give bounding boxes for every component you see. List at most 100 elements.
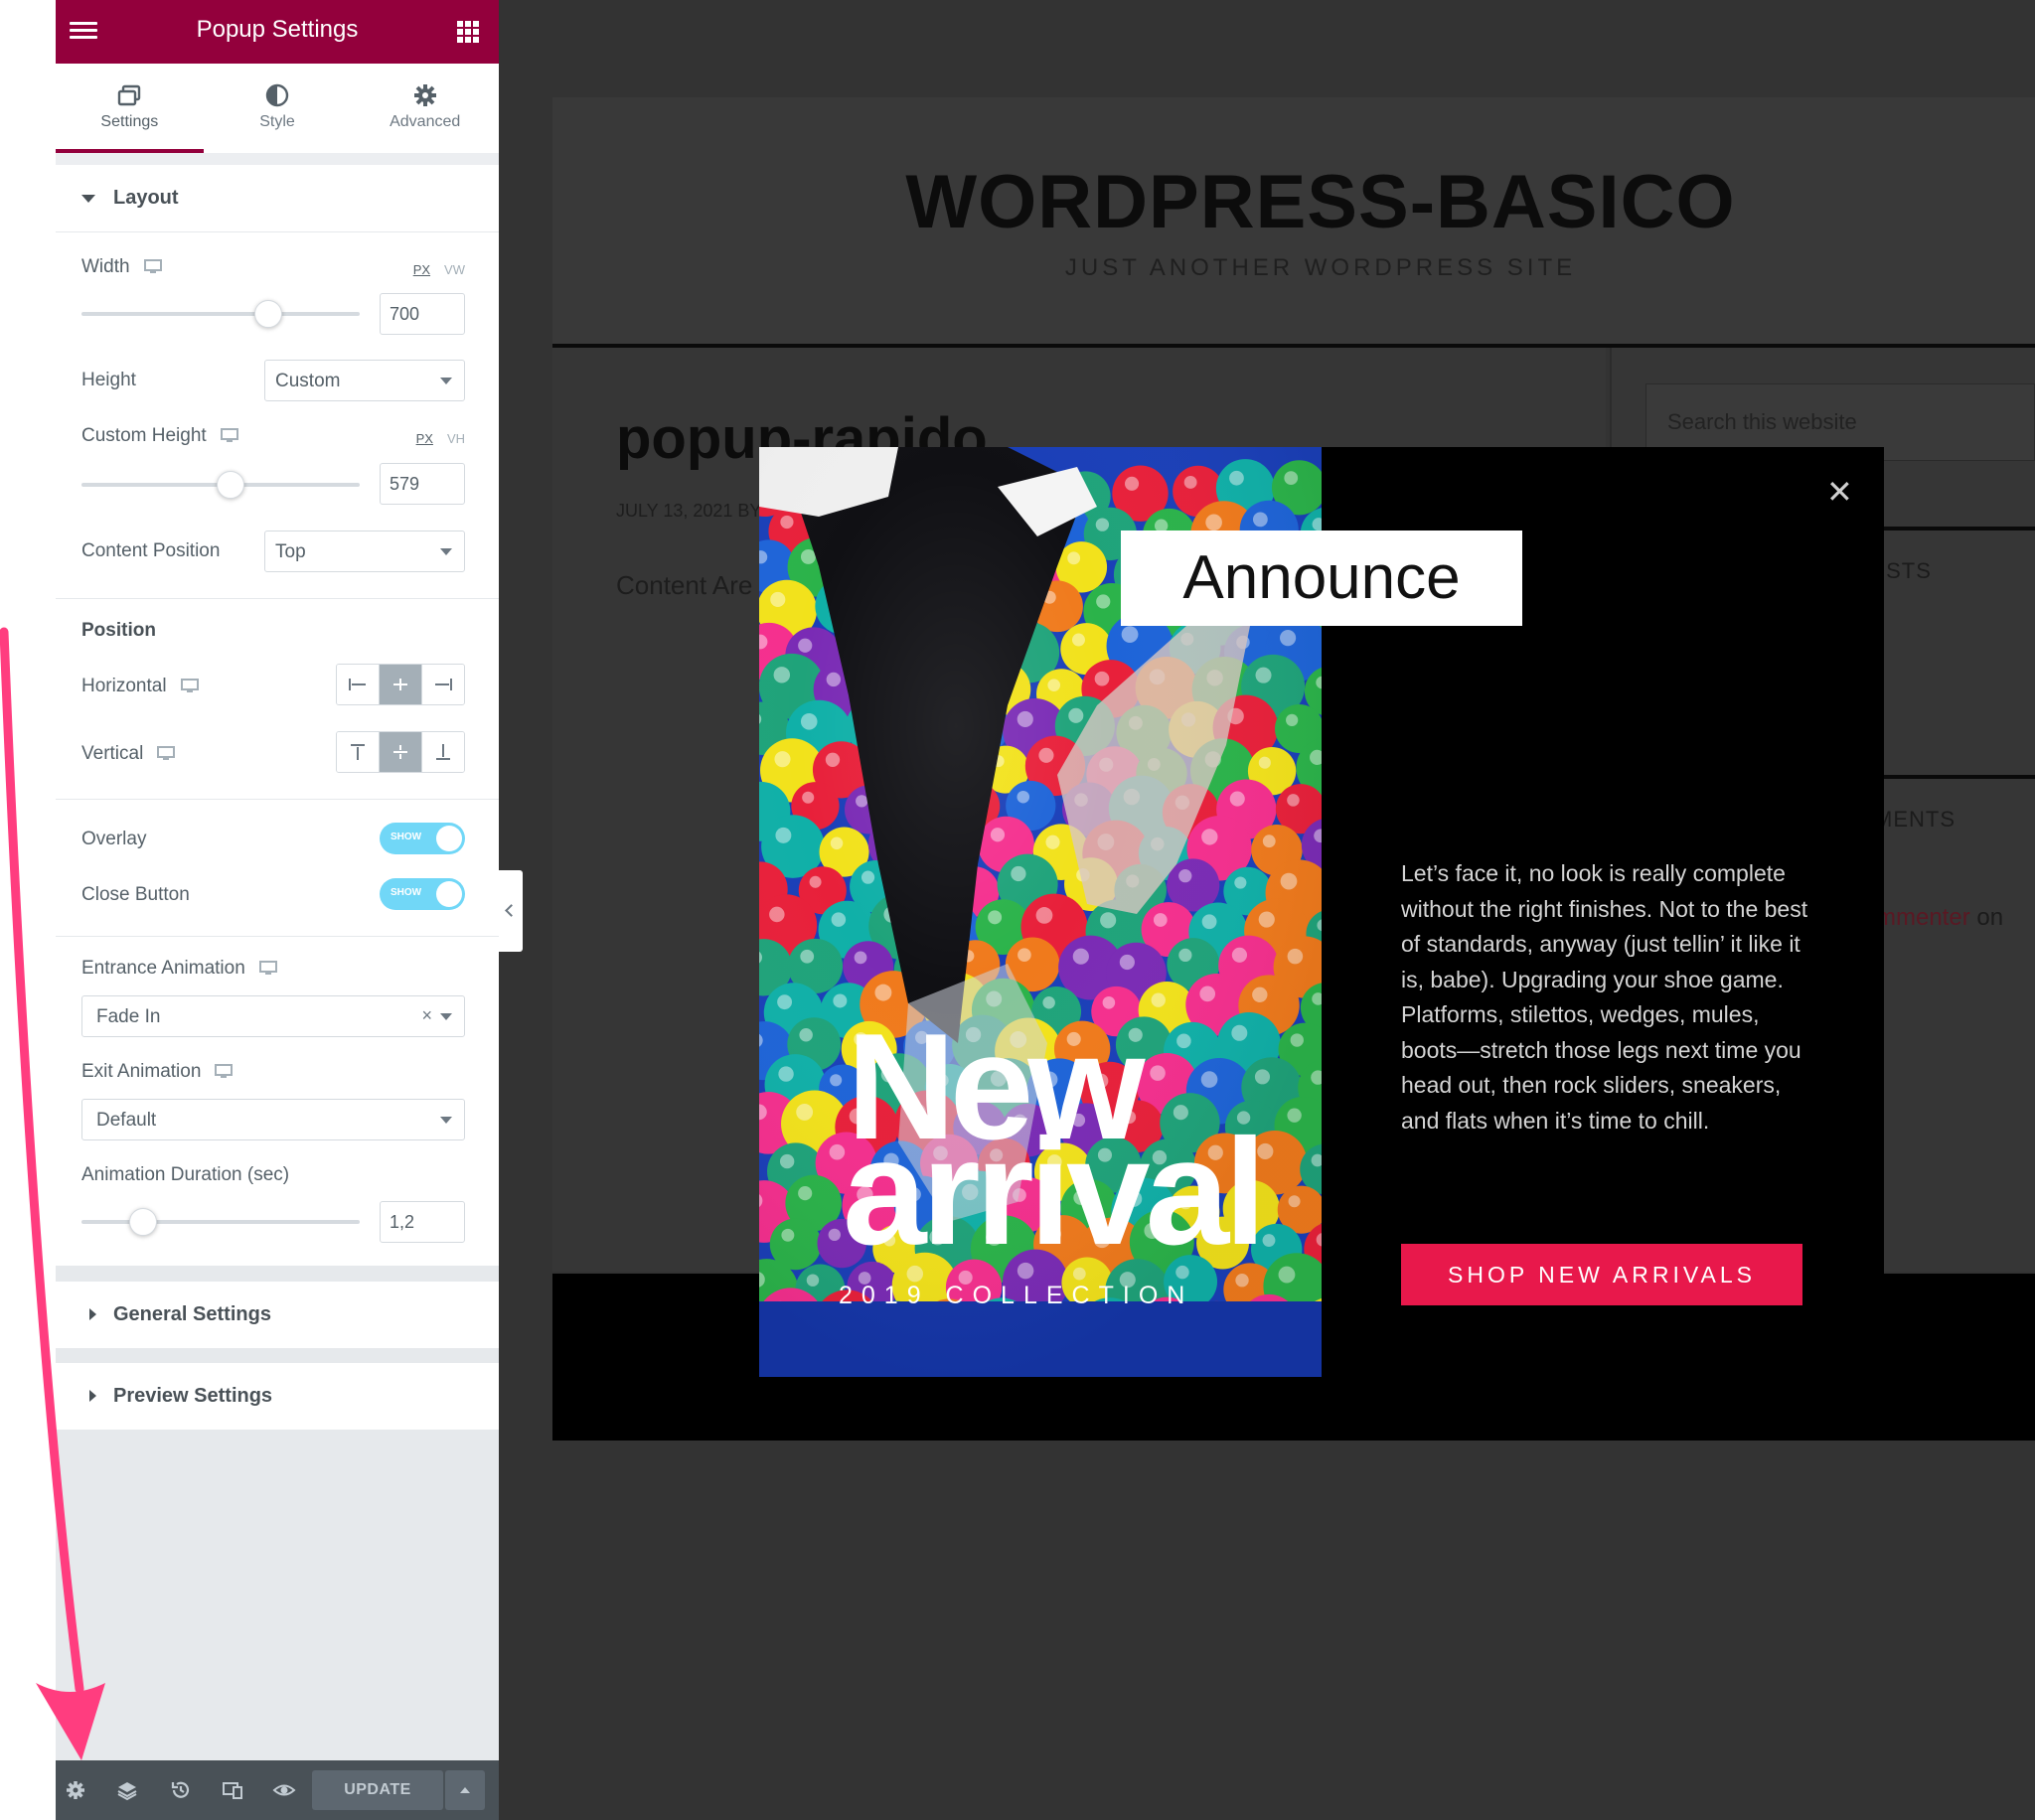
align-left-icon [349, 679, 366, 690]
position-heading: Position [81, 620, 156, 641]
overlay-toggle[interactable]: SHOW [380, 823, 465, 854]
unit-vh[interactable]: VH [447, 431, 465, 446]
align-left-button[interactable] [337, 665, 380, 704]
align-center-icon [393, 679, 407, 690]
monitor-icon[interactable] [180, 678, 199, 694]
exit-animation-select[interactable]: Default [81, 1099, 465, 1140]
align-right-button[interactable] [422, 665, 464, 704]
post-meta: JULY 13, 2021 BY [616, 501, 762, 521]
chevron-down-icon [440, 548, 452, 555]
custom-height-label: Custom Height [81, 425, 238, 447]
window-stack-icon [118, 84, 141, 106]
horizontal-label-text: Horizontal [81, 676, 167, 696]
exit-animation-label: Exit Animation [81, 1061, 234, 1083]
align-bottom-button[interactable] [422, 732, 464, 772]
editor-panel: Popup Settings Settings Style Advanced L… [56, 0, 499, 1820]
caret-right-icon [89, 1308, 96, 1320]
custom-height-label-text: Custom Height [81, 425, 207, 446]
toggle-knob [436, 881, 462, 907]
width-label-text: Width [81, 256, 130, 277]
update-options-button[interactable] [445, 1770, 485, 1810]
panel-title: Popup Settings [196, 16, 359, 43]
panel-footer: UPDATE [56, 1760, 499, 1820]
popup-body-text: Let’s face it, no look is really complet… [1401, 860, 1808, 1134]
align-top-button[interactable] [337, 732, 380, 772]
width-units: PX VW [413, 262, 465, 277]
comment-author[interactable]: mmenter [1876, 904, 1970, 931]
caret-down-icon [81, 195, 95, 203]
custom-height-slider-handle[interactable] [217, 471, 244, 499]
animation-duration-input[interactable]: 1,2 [380, 1201, 465, 1243]
clear-icon[interactable]: × [421, 1005, 432, 1026]
monitor-icon[interactable] [215, 1063, 234, 1080]
width-label: Width [81, 256, 162, 278]
gear-icon[interactable] [64, 1778, 87, 1802]
layout-section: Layout Width PX VW 700 Height Custom Cust… [56, 165, 499, 1266]
close-button-toggle-text: SHOW [391, 887, 422, 898]
sidebar-comment-link[interactable]: mmenter on [1876, 904, 2003, 932]
animation-duration-slider-handle[interactable] [129, 1208, 157, 1236]
unit-vw[interactable]: VW [444, 262, 465, 277]
post-content: Content Are [616, 570, 753, 600]
widgets-grid-icon[interactable] [457, 21, 479, 43]
layout-section-header[interactable]: Layout [56, 165, 499, 232]
custom-height-units: PX VH [416, 431, 465, 446]
overlay-label: Overlay [81, 829, 147, 849]
align-top-icon [351, 744, 365, 760]
panel-collapse-button[interactable] [499, 870, 523, 952]
monitor-icon[interactable] [258, 960, 277, 977]
custom-height-input[interactable]: 579 [380, 463, 465, 505]
sidebar-heading-comments: MENTS [1874, 807, 1956, 832]
half-circle-icon [265, 83, 289, 107]
height-select[interactable]: Custom [264, 360, 465, 401]
entrance-animation-label-text: Entrance Animation [81, 958, 245, 979]
monitor-icon[interactable] [143, 258, 162, 275]
eye-icon[interactable] [272, 1778, 296, 1802]
tabs-shadow [56, 153, 499, 165]
image-headline-arrival: arrival [843, 1108, 1266, 1277]
tab-advanced[interactable]: Advanced [351, 64, 499, 153]
align-right-icon [435, 679, 452, 690]
tab-settings[interactable]: Settings [56, 64, 204, 153]
monitor-icon[interactable] [220, 427, 238, 444]
responsive-icon[interactable] [221, 1778, 244, 1802]
align-middle-button[interactable] [380, 732, 422, 772]
panel-header: Popup Settings [56, 0, 499, 64]
height-select-value: Custom [275, 371, 341, 391]
custom-height-slider[interactable] [81, 471, 360, 499]
tab-advanced-label: Advanced [390, 113, 461, 130]
caret-right-icon [89, 1390, 96, 1402]
width-slider[interactable] [81, 300, 360, 328]
general-settings-header[interactable]: General Settings [56, 1282, 499, 1349]
divider [56, 799, 499, 800]
exit-animation-label-text: Exit Animation [81, 1061, 202, 1082]
update-button[interactable]: UPDATE [312, 1770, 443, 1810]
divider [56, 936, 499, 937]
close-icon[interactable]: ✕ [1826, 476, 1853, 508]
monitor-icon[interactable] [157, 745, 176, 762]
entrance-animation-value: Fade In [96, 1006, 161, 1027]
height-label: Height [81, 370, 136, 390]
tab-style[interactable]: Style [204, 64, 352, 153]
toggle-knob [436, 826, 462, 851]
unit-px[interactable]: PX [416, 431, 433, 446]
entrance-animation-select[interactable]: Fade In × [81, 995, 465, 1037]
divider [56, 598, 499, 599]
layers-icon[interactable] [115, 1778, 139, 1802]
horizontal-position-group [336, 664, 465, 705]
tab-style-label: Style [259, 113, 295, 130]
animation-duration-slider[interactable] [81, 1208, 360, 1236]
unit-px[interactable]: PX [413, 262, 430, 277]
history-icon[interactable] [169, 1778, 193, 1802]
chevron-down-icon [440, 1013, 452, 1020]
site-title[interactable]: WORDPRESS-BASICO [552, 159, 2035, 245]
shop-new-arrivals-button[interactable]: SHOP NEW ARRIVALS [1401, 1244, 1802, 1305]
panel-tabs: Settings Style Advanced [56, 64, 499, 153]
align-center-button[interactable] [380, 665, 422, 704]
width-input[interactable]: 700 [380, 293, 465, 335]
preview-settings-header[interactable]: Preview Settings [56, 1363, 499, 1431]
chevron-down-icon [440, 378, 452, 384]
width-slider-handle[interactable] [254, 300, 282, 328]
content-position-select[interactable]: Top [264, 531, 465, 572]
close-button-toggle[interactable]: SHOW [380, 878, 465, 910]
